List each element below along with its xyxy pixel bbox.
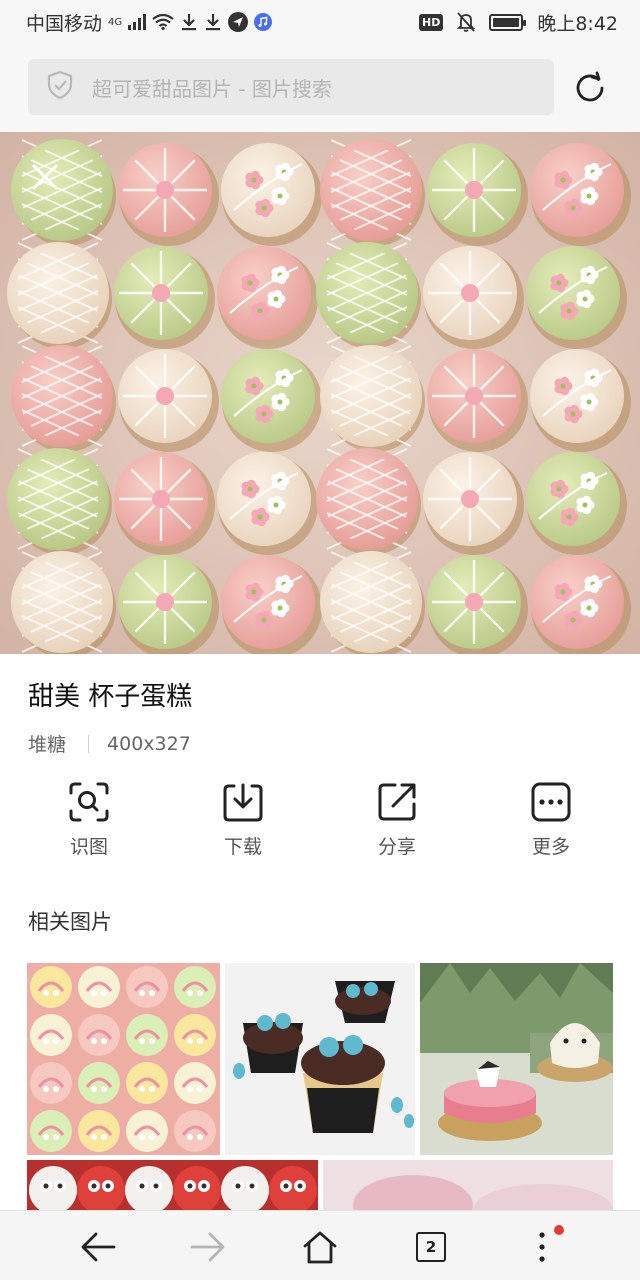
bird-cupcakes-thumbnail bbox=[225, 963, 415, 1155]
shield-icon bbox=[46, 70, 74, 104]
home-icon bbox=[303, 1231, 337, 1264]
cupcake bbox=[526, 452, 620, 546]
forward-icon bbox=[190, 1232, 225, 1262]
cupcakes-photo bbox=[0, 132, 640, 654]
image-source[interactable]: 堆糖 bbox=[28, 730, 66, 757]
back-icon bbox=[81, 1232, 116, 1262]
cupcake bbox=[221, 349, 315, 443]
wifi-icon bbox=[152, 14, 174, 30]
cupcake bbox=[530, 349, 624, 443]
more-icon bbox=[531, 782, 571, 822]
image-title: 甜美 杯子蛋糕 bbox=[28, 682, 193, 712]
download-status-icon bbox=[204, 13, 222, 31]
search-query-text: 超可爱甜品图片 - 图片搜索 bbox=[92, 76, 332, 101]
share-icon bbox=[378, 783, 416, 821]
refresh-icon bbox=[576, 71, 604, 102]
scan-search-icon bbox=[69, 782, 109, 822]
menu-icon bbox=[539, 1232, 545, 1262]
send-app-icon bbox=[228, 12, 249, 32]
owl-cupcakes-thumbnail bbox=[27, 1160, 318, 1210]
download-icon bbox=[223, 783, 263, 822]
action-label: 更多 bbox=[531, 836, 570, 858]
recognize-button[interactable]: 识图 bbox=[12, 776, 166, 866]
status-left: 中国移动 4G bbox=[26, 9, 273, 36]
pink-dessert-thumbnail bbox=[323, 1160, 613, 1210]
related-image[interactable] bbox=[27, 1160, 318, 1210]
share-button[interactable]: 分享 bbox=[320, 776, 474, 866]
bottom-navigation: 2 bbox=[0, 1210, 640, 1280]
main-image[interactable] bbox=[0, 132, 640, 654]
action-bar: 识图 下载 分享 更多 bbox=[0, 776, 640, 866]
cupcake bbox=[217, 246, 311, 340]
action-label: 下载 bbox=[223, 836, 262, 858]
notification-dot bbox=[554, 1225, 564, 1235]
image-meta: 堆糖 400x327 bbox=[28, 730, 191, 757]
mute-bell-icon bbox=[457, 12, 476, 32]
related-image[interactable] bbox=[323, 1160, 613, 1210]
forward-button[interactable] bbox=[186, 1225, 230, 1269]
status-right: HD 晚上8:42 bbox=[418, 9, 618, 36]
refresh-button[interactable] bbox=[566, 68, 614, 108]
tabs-icon: 2 bbox=[416, 1232, 446, 1262]
battery-icon bbox=[489, 13, 527, 31]
home-button[interactable] bbox=[298, 1225, 342, 1269]
status-bar: 中国移动 4G HD 晚上8:42 bbox=[0, 0, 640, 44]
tabs-button[interactable]: 2 bbox=[409, 1225, 453, 1269]
related-image[interactable] bbox=[225, 963, 415, 1155]
divider bbox=[88, 734, 90, 753]
back-button[interactable] bbox=[76, 1225, 120, 1269]
action-label: 识图 bbox=[69, 836, 108, 858]
close-icon[interactable] bbox=[30, 162, 60, 196]
cupcake bbox=[217, 452, 311, 546]
search-bar[interactable]: 超可爱甜品图片 - 图片搜索 bbox=[28, 59, 554, 115]
cupcake bbox=[221, 143, 315, 237]
download-status-icon bbox=[180, 13, 198, 31]
cake-plants-thumbnail bbox=[420, 963, 613, 1155]
cupcake bbox=[526, 246, 620, 340]
image-dimensions: 400x327 bbox=[107, 732, 191, 755]
cupcake bbox=[221, 555, 315, 649]
related-image[interactable] bbox=[27, 963, 220, 1155]
related-image[interactable] bbox=[420, 963, 613, 1155]
menu-button[interactable] bbox=[520, 1225, 564, 1269]
cupcake bbox=[530, 143, 624, 237]
carrier-label: 中国移动 bbox=[26, 12, 103, 35]
download-button[interactable]: 下载 bbox=[166, 776, 320, 866]
more-button[interactable]: 更多 bbox=[474, 776, 628, 866]
hd-badge: HD bbox=[418, 13, 444, 31]
cupcake-grid-thumbnail bbox=[27, 963, 220, 1155]
action-label: 分享 bbox=[377, 836, 416, 858]
network-type: 4G bbox=[108, 16, 123, 28]
signal-icon bbox=[128, 14, 147, 30]
related-images-heading: 相关图片 bbox=[28, 910, 112, 934]
search-header: 超可爱甜品图片 - 图片搜索 bbox=[0, 44, 640, 132]
music-app-icon bbox=[254, 13, 273, 31]
clock: 晚上8:42 bbox=[537, 12, 618, 35]
cupcake bbox=[530, 555, 624, 649]
